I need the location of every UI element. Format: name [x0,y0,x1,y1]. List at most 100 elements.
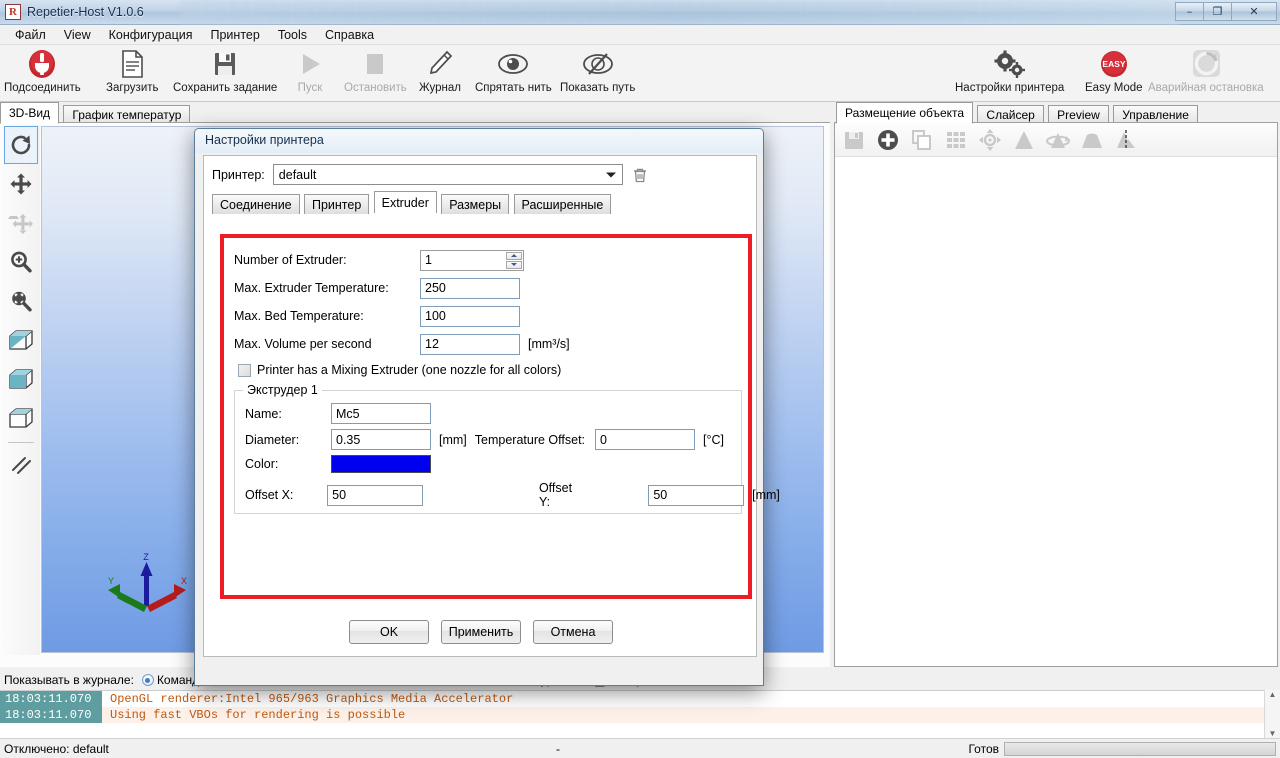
extruder-name-row: Name: Mc5 [245,403,431,424]
log-commands-radio[interactable] [142,674,154,686]
move-object-icon-button[interactable] [4,204,38,242]
temperature-offset-unit: [°C] [703,433,724,447]
max-volume-label: Max. Volume per second [224,337,420,351]
main-toolbar: Подсоединить ▾ Загрузить ▾ [0,45,1280,102]
toolbar-button-show-path[interactable]: Показать путь [560,47,635,95]
log-message: Using fast VBOs for rendering is possibl… [102,708,405,722]
tab-object-placement[interactable]: Размещение объекта [836,102,973,124]
view-cube-cut-icon-button[interactable] [4,321,38,359]
toolbar-button-stop[interactable]: Остановить [344,47,407,95]
apply-button[interactable]: Применить [441,620,521,644]
flatten-object-icon-button[interactable] [1077,126,1107,154]
printer-settings-dialog: Настройки принтера Принтер: default [194,128,764,686]
mirror-object-icon-button[interactable] [1111,126,1141,154]
eye-icon [496,47,530,81]
view-tool-strip [2,125,40,655]
minimize-button[interactable]: – [1175,2,1204,21]
close-icon: ✕ [1249,5,1258,18]
toolbar-button-start[interactable]: Пуск [294,47,326,95]
dialog-tab-extruder[interactable]: Extruder [374,191,437,213]
tab-3d-view[interactable]: 3D-Вид [0,102,59,124]
rotate-view-icon [9,133,33,157]
zoom-fit-icon-button[interactable] [4,282,38,320]
dialog-tab-advanced[interactable]: Расширенные [514,194,612,214]
max-volume-input[interactable]: 12 [420,334,520,355]
dialog-tab-strip: Соединение Принтер Extruder Размеры Расш… [204,185,756,209]
toolbar-button-connect[interactable]: Подсоединить [4,47,81,95]
view-cube-solid-icon-button[interactable] [4,360,38,398]
menu-item-printer[interactable]: Принтер [202,26,269,44]
toolbar-button-hide-filament[interactable]: Спрятать нить [475,47,552,95]
center-object-icon [978,128,1002,152]
log-panel[interactable]: 18:03:11.070 OpenGL renderer:Intel 965/9… [0,690,1280,738]
max-bed-temp-input[interactable]: 100 [420,306,520,327]
minimize-icon: – [1187,5,1193,18]
stepper-up-button[interactable] [506,252,522,260]
mixing-extruder-checkbox[interactable] [238,364,251,377]
toolbar-button-emergency-stop[interactable]: Аварийная остановка [1148,47,1264,95]
max-extruder-temp-label: Max. Extruder Temperature: [224,281,420,295]
toolbar-label-connect: Подсоединить [4,81,81,95]
menu-item-file[interactable]: Файл [6,26,55,44]
title-bar-glass [180,0,1180,25]
status-center: - [556,742,560,756]
rotate-view-icon-button[interactable] [4,126,38,164]
close-button[interactable]: ✕ [1231,2,1277,21]
move-view-icon-button[interactable] [4,165,38,203]
copy-object-icon-button[interactable] [907,126,937,154]
printer-combobox[interactable]: default [273,164,623,185]
mixing-extruder-row[interactable]: Printer has a Mixing Extruder (one nozzl… [224,358,748,382]
save-object-icon-button[interactable] [839,126,869,154]
left-tab-strip: 3D-Вид График температур [0,102,830,124]
rotate-object-icon-button[interactable] [1043,126,1073,154]
dialog-tab-dimensions[interactable]: Размеры [441,194,509,214]
menu-item-view[interactable]: View [55,26,100,44]
log-scrollbar[interactable]: ▲ ▼ [1264,690,1280,738]
view-cube-wire-icon-button[interactable] [4,399,38,437]
window-controls: – ❐ ✕ [1176,2,1277,21]
copy-object-icon [911,129,933,151]
parallel-lines-icon-button[interactable] [4,447,38,485]
stepper-down-button[interactable] [506,261,522,269]
svg-text:Z: Z [143,552,149,562]
toolbar-button-printer-settings[interactable]: Настройки принтера [955,47,1064,95]
toolbar-button-load[interactable]: Загрузить [106,47,159,95]
scroll-down-icon[interactable]: ▼ [1269,729,1277,738]
connect-plug-icon [26,47,58,81]
zoom-in-icon-button[interactable] [4,243,38,281]
toolbar-button-save-job[interactable]: Сохранить задание [173,47,277,95]
scale-object-icon-button[interactable] [1009,126,1039,154]
extruder-offset-row: Offset X: 50 Offset Y: 50 [mm] [245,481,780,509]
toolbar-button-log[interactable]: Журнал [419,47,461,95]
add-object-icon-button[interactable] [873,126,903,154]
move-object-icon [8,211,34,235]
restore-button[interactable]: ❐ [1203,2,1232,21]
dialog-tab-connection[interactable]: Соединение [212,194,300,214]
status-right-group: Готов [968,742,1276,756]
view-cube-wire-icon [8,406,34,430]
toolbar-label-start: Пуск [298,81,323,95]
extruder-color-swatch[interactable] [331,455,431,473]
menu-item-configuration[interactable]: Конфигурация [100,26,202,44]
svg-text:Y: Y [108,576,114,586]
extruder-diameter-input[interactable]: 0.35 [331,429,431,450]
toolbar-label-show-path: Показать путь [560,81,635,95]
grid-arrange-icon-button[interactable] [941,126,971,154]
ok-button[interactable]: OK [349,620,429,644]
dialog-tab-printer[interactable]: Принтер [304,194,369,214]
max-extruder-temp-input[interactable]: 250 [420,278,520,299]
menu-item-help[interactable]: Справка [316,26,383,44]
delete-printer-button[interactable] [631,166,649,184]
center-object-icon-button[interactable] [975,126,1005,154]
offset-y-input[interactable]: 50 [648,485,744,506]
extruder-name-input[interactable]: Mc5 [331,403,431,424]
scroll-up-icon[interactable]: ▲ [1269,690,1277,699]
menu-item-tools[interactable]: Tools [269,26,316,44]
offset-x-input[interactable]: 50 [327,485,423,506]
temperature-offset-input[interactable]: 0 [595,429,695,450]
number-of-extruder-stepper[interactable]: 1 [420,250,524,271]
add-object-icon [876,128,900,152]
toolbar-button-easy-mode[interactable]: EASY Easy Mode [1085,47,1143,95]
tool-divider [4,438,38,446]
cancel-button[interactable]: Отмена [533,620,613,644]
